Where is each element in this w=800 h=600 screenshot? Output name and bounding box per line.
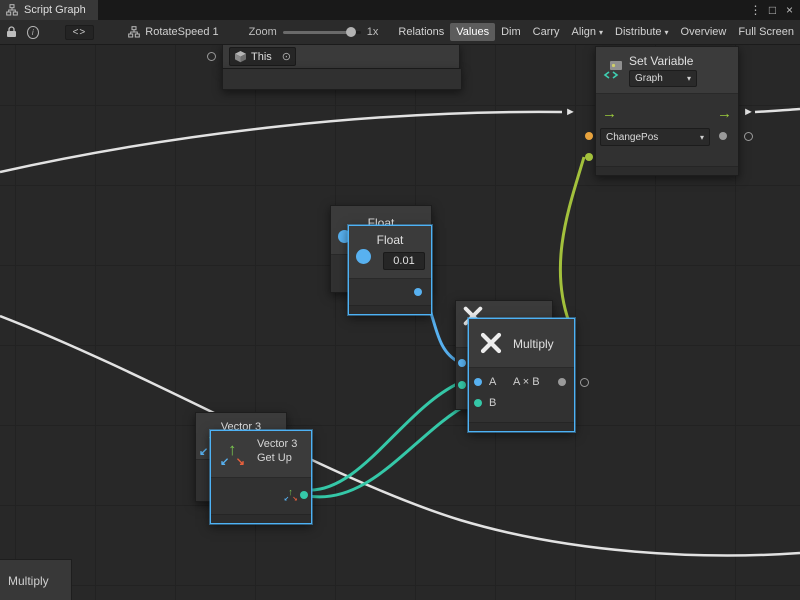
this-node-row[interactable]: This ⊙ [222, 44, 460, 69]
down-left-arrow-icon: ↙ [199, 445, 208, 458]
multiply-output-port[interactable] [558, 378, 566, 386]
multiply-input-a-port[interactable] [474, 378, 482, 386]
set-variable-header: Set Variable Graph ▾ [596, 47, 738, 94]
variable-name-dropdown[interactable]: ChangePos ▾ [600, 128, 710, 146]
zoom-slider[interactable] [283, 31, 361, 34]
set-variable-footer [596, 166, 738, 175]
flow-wire-arrowhead-left: ► [565, 107, 576, 118]
lock-icon[interactable] [6, 26, 17, 38]
toolbar-button-overview[interactable]: Overview [675, 23, 733, 41]
chevron-down-icon: ▾ [700, 133, 704, 142]
down-right-arrow-icon: ↘ [293, 495, 298, 502]
multiply-header: Multiply [469, 319, 574, 368]
down-left-arrow-icon: ↙ [220, 455, 229, 468]
vector3-output-type-icon: ↑ ↙ ↘ [284, 488, 297, 501]
script-graph-window: ► ► This ⊙ Set Variable [0, 0, 800, 600]
float-title: Float [349, 226, 431, 247]
variable-name-port[interactable] [585, 132, 593, 140]
align-label: Align [572, 26, 596, 38]
flow-out-port[interactable]: → [717, 106, 732, 121]
vector3-icon: ↑ ↙ ↘ [221, 443, 245, 467]
vector3-title: Vector 3 [257, 438, 297, 450]
multiply-input-a-label: A [489, 376, 496, 388]
multiply-footer [469, 422, 574, 431]
status-tooltip-text: Multiply [8, 574, 49, 588]
vector3-header: ↑ ↙ ↘ Vector 3 Get Up [211, 431, 311, 478]
down-left-arrow-icon: ↙ [284, 495, 289, 502]
window-maximize-icon[interactable]: □ [764, 0, 781, 20]
multiply-input-b-label: B [489, 397, 496, 409]
cube-icon [234, 50, 247, 63]
status-tooltip: Multiply [0, 559, 72, 600]
multiply-title: Multiply [513, 337, 554, 351]
window-close-icon[interactable]: × [781, 0, 798, 20]
value-input-port[interactable] [585, 153, 593, 161]
float-value-field[interactable]: 0.01 [383, 252, 425, 270]
flow-in-port[interactable]: → [602, 106, 617, 121]
multiply-back-input-b-port[interactable] [458, 381, 466, 389]
float-output-port[interactable] [414, 288, 422, 296]
multiply-input-b-port[interactable] [474, 399, 482, 407]
set-variable-icon [603, 60, 623, 80]
script-graph-icon [128, 26, 140, 38]
edit-graph-icon[interactable]: <> [65, 25, 95, 40]
graph-name: RotateSpeed 1 [145, 26, 218, 38]
vector3-operation: Get Up [257, 452, 297, 464]
node-multiply[interactable]: Multiply A A × B B [468, 318, 575, 432]
float-header: Float 0.01 [349, 226, 431, 279]
tab-title: Script Graph [24, 4, 86, 16]
vector3-output-port[interactable] [300, 491, 308, 499]
variable-name-value: ChangePos [606, 132, 658, 143]
toolbar-button-dim[interactable]: Dim [495, 23, 527, 41]
toolbar-button-distribute[interactable]: Distribute ▾ [609, 23, 674, 41]
vector3-footer [211, 514, 311, 523]
script-graph-icon [6, 4, 18, 16]
toolbar: i <> RotateSpeed 1 Zoom 1x Relations Val… [0, 20, 800, 45]
distribute-label: Distribute [615, 26, 661, 38]
multiply-back-input-a-port[interactable] [458, 359, 466, 367]
variable-scope-value: Graph [635, 73, 663, 84]
toolbar-button-relations[interactable]: Relations [392, 23, 450, 41]
multiply-icon [479, 331, 503, 355]
variable-scope-dropdown[interactable]: Graph ▾ [629, 70, 697, 87]
this-object-field[interactable]: This ⊙ [229, 47, 296, 66]
toolbar-button-values[interactable]: Values [450, 23, 495, 41]
breadcrumb[interactable]: RotateSpeed 1 [128, 26, 218, 38]
this-node-body[interactable] [222, 69, 462, 90]
tab-script-graph[interactable]: Script Graph [0, 0, 98, 20]
chevron-down-icon: ▾ [599, 28, 603, 37]
float-type-icon [356, 249, 371, 264]
this-object-label: This [251, 51, 272, 63]
variable-output-port[interactable] [719, 132, 727, 140]
zoom-slider-fill [283, 31, 351, 34]
zoom-slider-knob[interactable] [346, 27, 356, 37]
info-icon[interactable]: i [27, 26, 39, 39]
object-picker-icon[interactable]: ⊙ [282, 50, 291, 63]
toolbar-button-carry[interactable]: Carry [527, 23, 566, 41]
zoom-value: 1x [367, 26, 379, 38]
window-menu-icon[interactable]: ⋮ [747, 0, 764, 20]
float-footer [349, 305, 431, 314]
node-float[interactable]: Float 0.01 [348, 225, 432, 315]
multiply-output-label: A × B [513, 376, 540, 388]
window-controls: ⋮ □ × [747, 0, 800, 20]
this-input-port[interactable] [207, 52, 216, 61]
flow-wire-arrowhead-right: ► [743, 107, 754, 118]
chevron-down-icon: ▾ [687, 74, 691, 83]
node-set-variable[interactable]: Set Variable Graph ▾ → → ChangePos ▾ [595, 46, 739, 176]
down-right-arrow-icon: ↘ [236, 455, 245, 468]
chevron-down-icon: ▾ [665, 28, 669, 37]
set-variable-title: Set Variable [629, 54, 697, 68]
toolbar-button-align[interactable]: Align ▾ [566, 23, 609, 41]
toolbar-button-full-screen[interactable]: Full Screen [732, 23, 800, 41]
titlebar: Script Graph ⋮ □ × [0, 0, 800, 20]
multiply-output-ring-port[interactable] [580, 378, 589, 387]
variable-output-ring-port[interactable] [744, 132, 753, 141]
node-vector3-get-up[interactable]: ↑ ↙ ↘ Vector 3 Get Up ↑ ↙ ↘ [210, 430, 312, 524]
zoom-label: Zoom [249, 26, 277, 38]
